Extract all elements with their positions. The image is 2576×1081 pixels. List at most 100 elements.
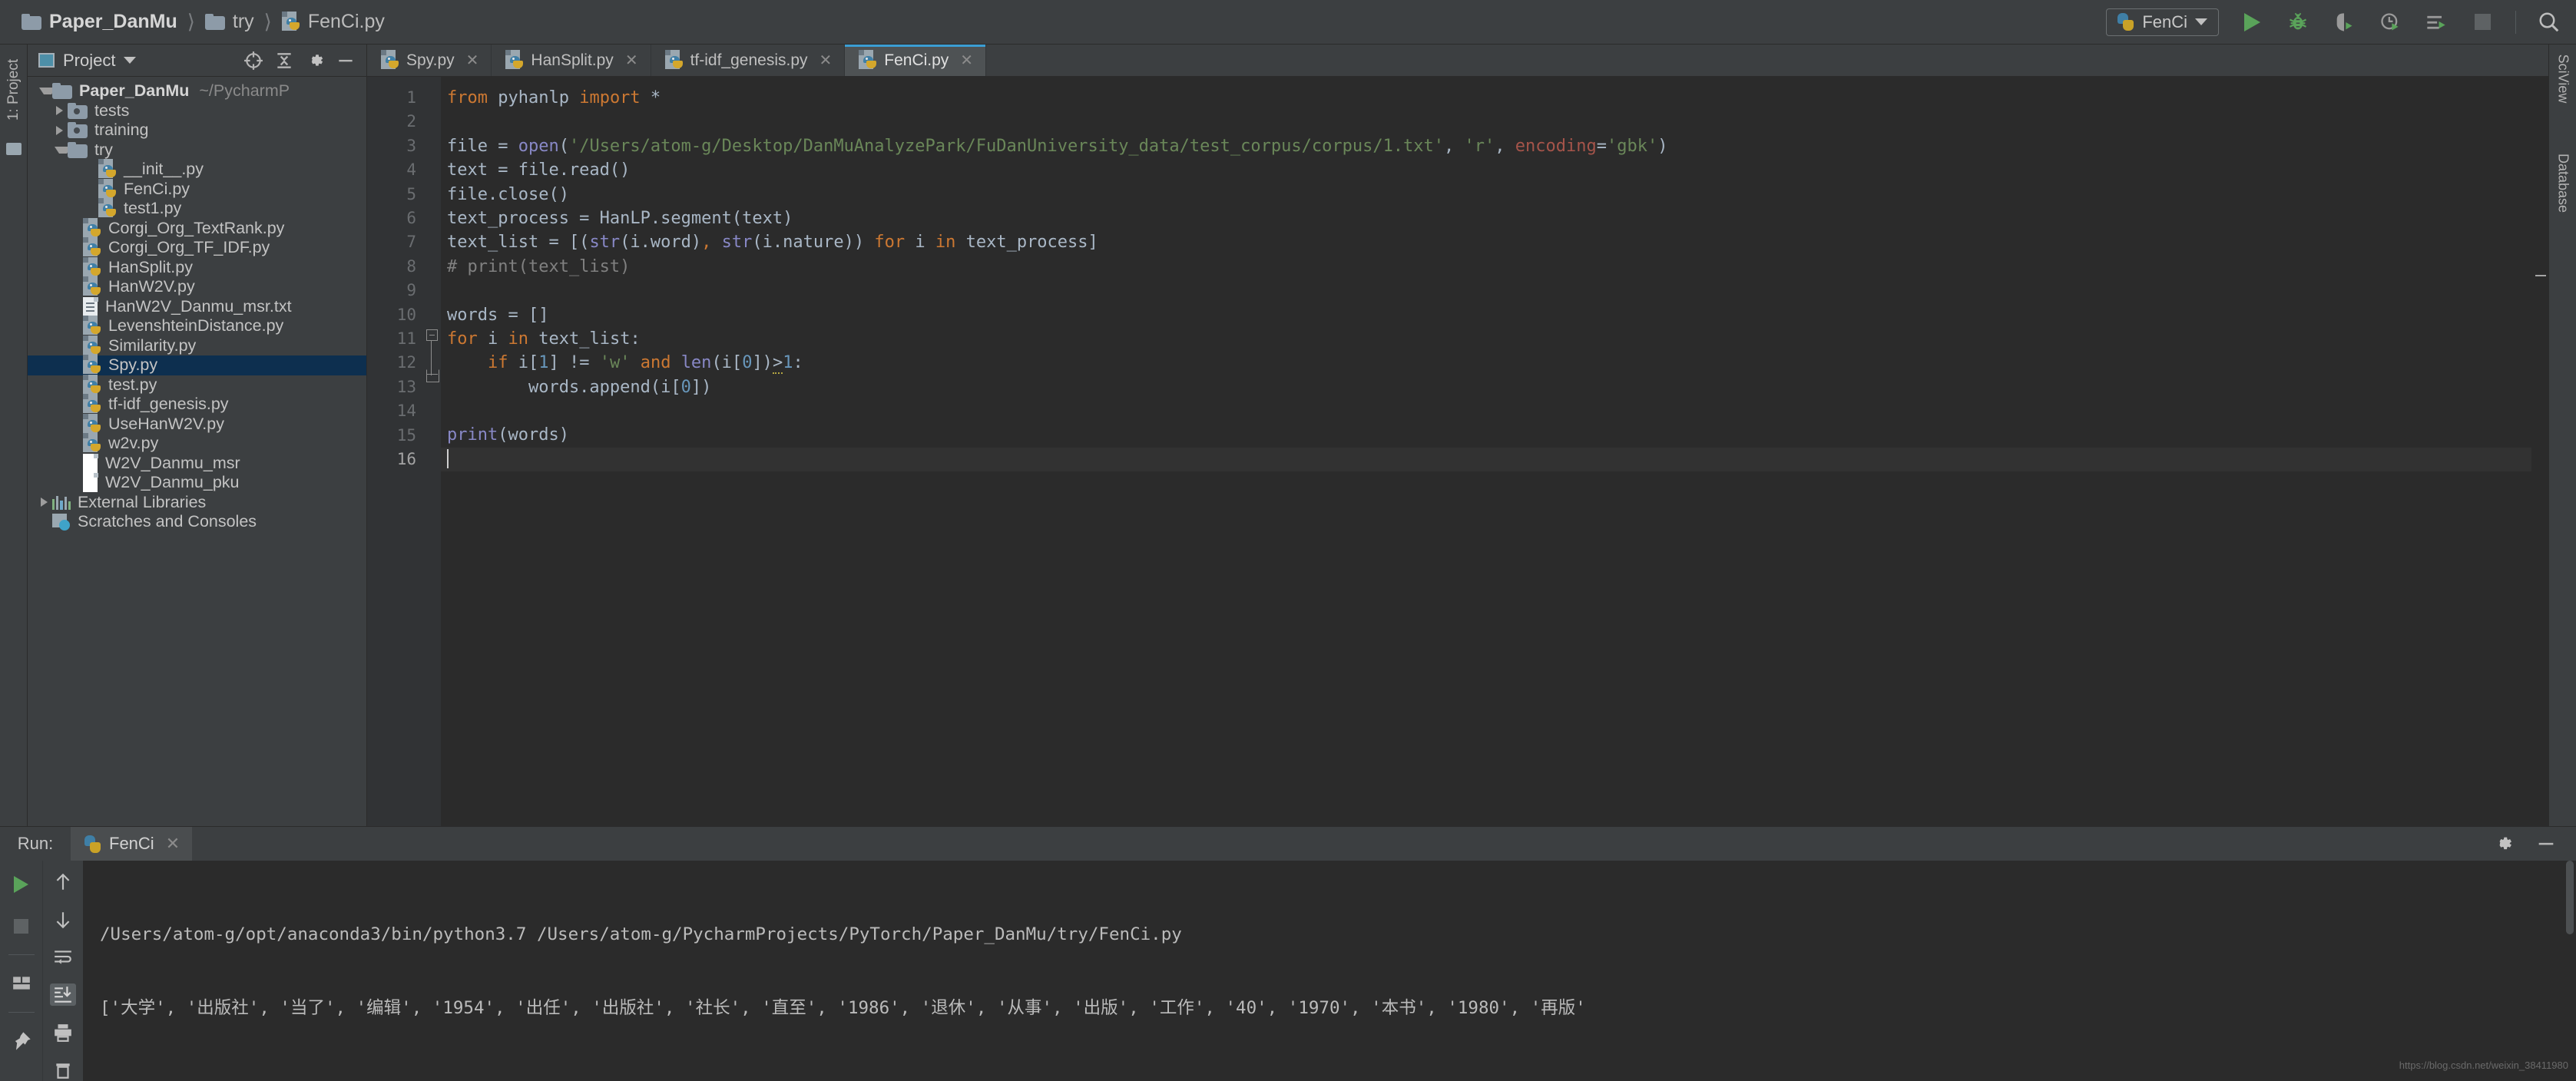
tree-node-similarity-py[interactable]: Similarity.py: [28, 335, 366, 356]
print-button[interactable]: [50, 1021, 76, 1043]
python-file-icon: [83, 413, 101, 435]
tree-arrow-placeholder: [81, 200, 98, 217]
sidebar-item-sciview[interactable]: SciView: [2555, 31, 2571, 127]
hide-run-panel-button[interactable]: [2533, 831, 2559, 857]
minimize-icon: [2538, 842, 2554, 845]
close-icon[interactable]: ✕: [466, 51, 479, 70]
close-icon[interactable]: ✕: [166, 834, 180, 854]
hide-button[interactable]: [334, 49, 357, 72]
clear-all-button[interactable]: [50, 1059, 76, 1081]
tree-node-tf-idf-genesis-py[interactable]: tf-idf_genesis.py: [28, 394, 366, 415]
tree-node-paper-danmu[interactable]: Paper_DanMu ~/PycharmP: [28, 81, 366, 101]
code-token: in: [935, 233, 966, 253]
code-token: open: [518, 136, 559, 156]
project-tree-container[interactable]: Paper_DanMu ~/PycharmP tests training try __i…: [28, 77, 366, 826]
code-line: text_process = HanLP.segment(text): [447, 207, 2531, 230]
tree-node-corgi-org-textrank-py[interactable]: Corgi_Org_TextRank.py: [28, 217, 366, 239]
run-configurations-button[interactable]: [2423, 9, 2449, 35]
tree-node-test1-py[interactable]: test1.py: [28, 198, 366, 219]
tree-arrow-slot: [81, 180, 98, 197]
code-token: 1: [538, 353, 549, 373]
tree-node-scratches-and-consoles[interactable]: Scratches and Consoles: [28, 512, 366, 532]
run-tab-fenci[interactable]: FenCi ✕: [71, 827, 193, 861]
code-token: text_process = HanLP.segment(text): [447, 208, 793, 228]
gear-icon: [2499, 837, 2511, 850]
sidebar-item-project-rail[interactable]: 1: Project: [5, 53, 22, 127]
code-token: file.close(): [447, 184, 569, 204]
tree-node-external-libraries[interactable]: External Libraries: [28, 493, 366, 513]
folder-icon: [52, 83, 72, 100]
tree-node-w2v-danmu-pku[interactable]: W2V_Danmu_pku: [28, 473, 366, 493]
tree-node-training[interactable]: training: [28, 121, 366, 140]
tree-node-fenci-py[interactable]: FenCi.py: [28, 178, 366, 200]
tree-arrow-slot: [35, 88, 56, 95]
line-number: 3: [406, 136, 416, 155]
tree-node-test-py[interactable]: test.py: [28, 374, 366, 395]
settings-button[interactable]: [303, 49, 326, 72]
toggle-tasks-button[interactable]: [8, 970, 35, 997]
tree-node-w2v-py[interactable]: w2v.py: [28, 433, 366, 454]
profile-button[interactable]: [2377, 9, 2403, 35]
code-token: file =: [447, 136, 518, 156]
editor-tab-fenci-py[interactable]: FenCi.py ✕: [845, 45, 987, 76]
tree-arrow-placeholder: [66, 298, 83, 315]
tree-node-corgi-org-tf-idf-py[interactable]: Corgi_Org_TF_IDF.py: [28, 237, 366, 258]
soft-wrap-button[interactable]: [50, 947, 76, 969]
tree-node-hansplit-py[interactable]: HanSplit.py: [28, 256, 366, 278]
tree-node-w2v-danmu-msr[interactable]: W2V_Danmu_msr: [28, 453, 366, 474]
editor-marker-bar[interactable]: [2531, 77, 2548, 826]
run-with-coverage-button[interactable]: [2331, 9, 2357, 35]
breadcrumb-item-project[interactable]: Paper_DanMu: [22, 11, 177, 33]
scroll-to-end-button[interactable]: [50, 983, 76, 1007]
text-file-icon: [83, 296, 98, 316]
tree-node-init-py[interactable]: __init__.py: [28, 159, 366, 180]
sidebar-item-database[interactable]: Database: [2555, 136, 2571, 231]
code-token: (i.word): [620, 233, 702, 253]
tree-node-usehanw2v-py[interactable]: UseHanW2V.py: [28, 413, 366, 435]
stop-process-button[interactable]: [8, 913, 35, 939]
tree-node-tests[interactable]: tests: [28, 101, 366, 121]
python-file-icon: [83, 433, 101, 454]
rerun-button[interactable]: [8, 871, 35, 898]
python-file-icon: [83, 394, 101, 415]
editor-tab-spy-py[interactable]: Spy.py ✕: [367, 45, 492, 76]
breadcrumb-item-folder[interactable]: try: [204, 11, 254, 33]
run-settings-button[interactable]: [2490, 831, 2516, 857]
next-occurrence-button[interactable]: [50, 909, 76, 931]
tree-node-hanw2v-danmu-msr-txt[interactable]: HanW2V_Danmu_msr.txt: [28, 296, 366, 317]
console-output[interactable]: /Users/atom-g/opt/anaconda3/bin/python3.…: [83, 861, 2576, 1081]
structure-rail-icon[interactable]: [6, 143, 22, 155]
run-configuration-selector[interactable]: FenCi: [2106, 8, 2219, 36]
project-title-dropdown[interactable]: Project: [38, 51, 137, 71]
close-icon[interactable]: ✕: [625, 51, 638, 70]
fold-gutter[interactable]: [424, 77, 441, 826]
stop-button[interactable]: [2469, 9, 2495, 35]
code-token: for: [447, 329, 488, 349]
tree-arrow-placeholder: [66, 435, 83, 452]
breadcrumb: Paper_DanMu ⟩ try ⟩ FenCi.py: [22, 10, 385, 34]
code-token: 'w': [599, 353, 641, 373]
tree-node-hanw2v-py[interactable]: HanW2V.py: [28, 276, 366, 297]
code-token: 'r': [1464, 136, 1495, 156]
locate-file-button[interactable]: [242, 49, 265, 72]
breadcrumb-item-file[interactable]: FenCi.py: [281, 11, 385, 33]
close-icon[interactable]: ✕: [960, 51, 973, 70]
fold-collapse-icon[interactable]: [426, 329, 438, 341]
close-icon[interactable]: ✕: [819, 51, 833, 70]
tree-node-levenshteindistance-py[interactable]: LevenshteinDistance.py: [28, 316, 366, 336]
tree-node-try[interactable]: try: [28, 140, 366, 160]
line-number: 11: [396, 329, 416, 349]
collapse-all-button[interactable]: [273, 49, 296, 72]
debug-button[interactable]: [2285, 9, 2311, 35]
run-tab-label: FenCi: [109, 834, 154, 853]
editor-tab-hansplit-py[interactable]: HanSplit.py ✕: [492, 45, 651, 76]
code-token: (i[: [711, 353, 743, 373]
tree-node-spy-py[interactable]: Spy.py: [28, 355, 366, 375]
pin-tab-button[interactable]: [8, 1028, 35, 1054]
previous-occurrence-button[interactable]: [50, 871, 76, 894]
run-button[interactable]: [2239, 9, 2265, 35]
fold-end-icon[interactable]: [426, 369, 439, 382]
code-content[interactable]: from pyhanlp import * file = open('/Users…: [441, 77, 2531, 826]
console-scrollbar[interactable]: [2564, 861, 2576, 1081]
editor-tab-tf-idf-genesis-py[interactable]: tf-idf_genesis.py ✕: [651, 45, 846, 76]
